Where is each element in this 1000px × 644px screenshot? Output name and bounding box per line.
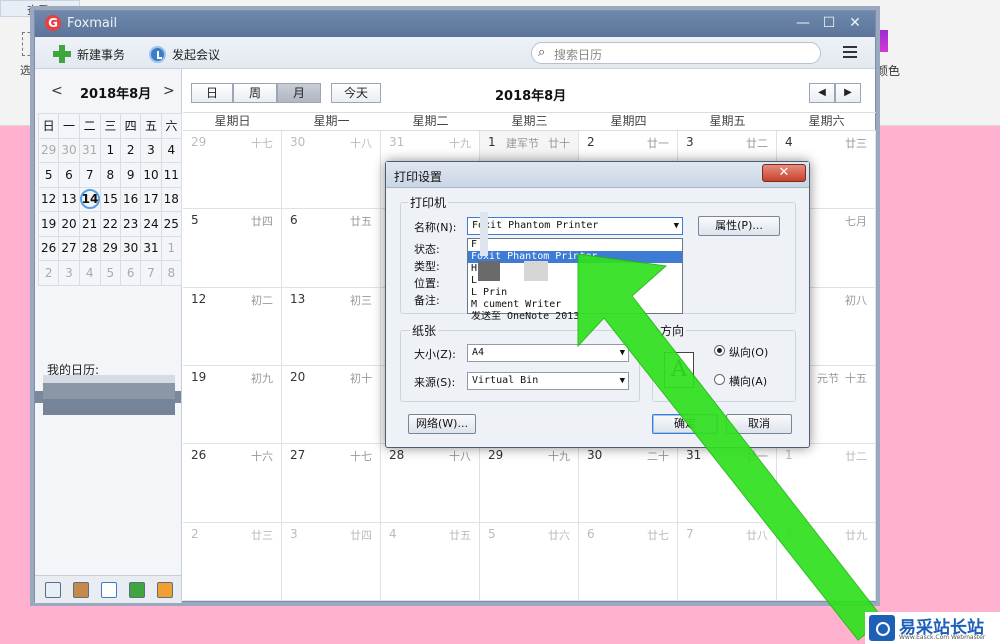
annotation-arrow-icon [577,253,885,641]
watermark-logo-icon [869,615,895,641]
site-watermark: 易采站长站 Www.Easck.Com Webmaster [865,612,1000,644]
watermark-subtitle: Www.Easck.Com Webmaster [899,634,986,641]
